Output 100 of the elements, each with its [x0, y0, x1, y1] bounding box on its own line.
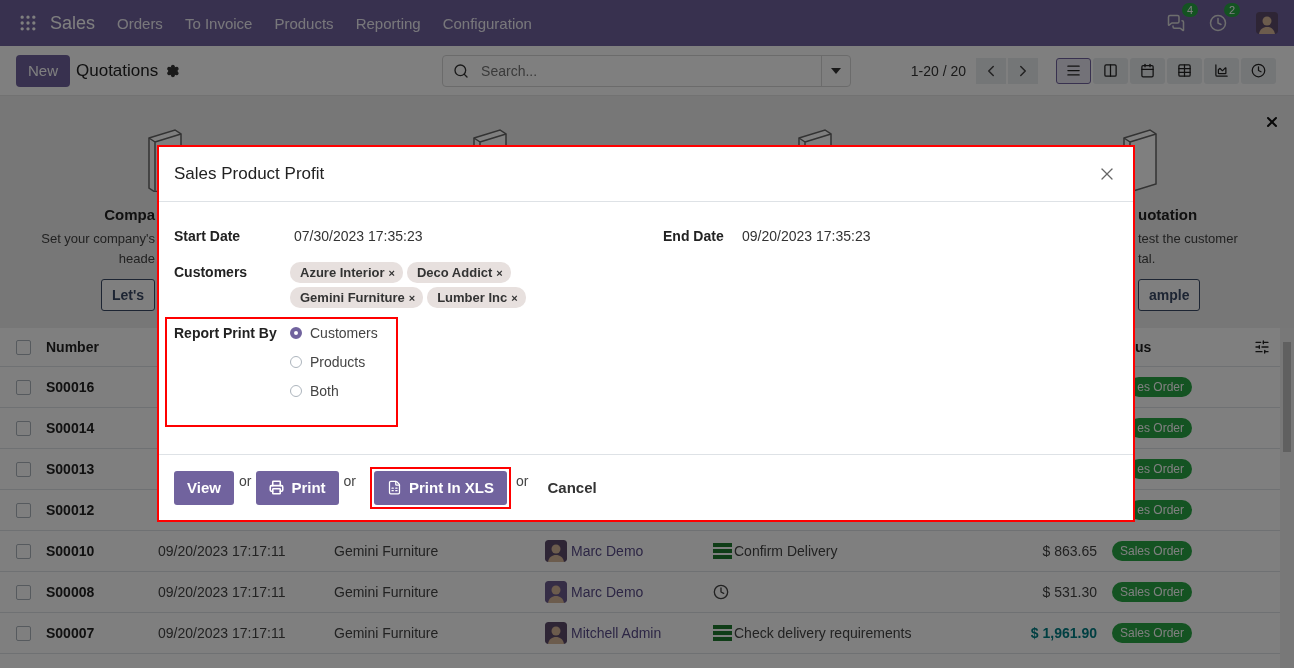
radio-option[interactable]: Customers [290, 325, 389, 341]
close-button[interactable] [1264, 114, 1280, 130]
step-title: uotation [1138, 206, 1198, 223]
date-field[interactable]: 09/20/2023 17:35:23 [742, 228, 1118, 244]
radio-option[interactable]: Products [290, 354, 389, 370]
view-switch-button[interactable] [1093, 57, 1128, 84]
customer-tag[interactable]: Deco Addict × [406, 262, 511, 283]
field-label: End Date [663, 228, 725, 244]
columns-icon [1103, 63, 1118, 78]
status-badge: Sales Order [1111, 623, 1192, 643]
search-field[interactable]: Search... [442, 54, 851, 87]
caret-icon [830, 67, 841, 74]
or-text: or [343, 473, 356, 489]
previous-button[interactable] [976, 57, 1006, 84]
field-label: Customers [174, 264, 249, 280]
step-title: Compa [104, 206, 155, 223]
step-description: heade [118, 250, 155, 268]
remove-tag-button[interactable]: × [408, 292, 416, 304]
view-switch-button[interactable] [1241, 57, 1276, 84]
clock-icon[interactable] [713, 584, 729, 600]
avatar [545, 581, 567, 603]
field-label: Report Print By [174, 325, 278, 343]
salesperson-name: Marc Demo [571, 543, 644, 559]
table-cell-text: S00014 [46, 420, 96, 436]
avatar [545, 540, 567, 562]
radio-button[interactable] [290, 385, 302, 397]
spreadsheet-file-icon [387, 480, 402, 495]
count-badge: 4 [1181, 3, 1198, 17]
checkbox[interactable] [16, 543, 31, 559]
table-cell-text: Gemini Furniture [334, 625, 440, 641]
table-cell-text: Gemini Furniture [334, 543, 440, 559]
radio-option[interactable]: Both [290, 383, 389, 399]
table-cell-text: S00007 [46, 625, 96, 641]
checkbox[interactable] [16, 379, 31, 395]
list-icon [713, 625, 732, 641]
radio-button[interactable] [290, 327, 302, 339]
field-label: Start Date [174, 228, 242, 244]
customer-tag[interactable]: Gemini Furniture × [290, 287, 424, 308]
avatar [545, 622, 567, 644]
view-switch-button[interactable] [1167, 57, 1202, 84]
apps-menu-icon[interactable] [18, 13, 38, 33]
cancel-button[interactable]: Cancel [547, 479, 597, 496]
view-switch-button[interactable] [1204, 57, 1239, 84]
table-cell-text: S00010 [46, 543, 96, 559]
checkbox[interactable] [16, 625, 31, 641]
customer-tag[interactable]: Lumber Inc × [427, 287, 526, 308]
table-cell-text: S00012 [46, 502, 96, 518]
table-cell-text: S00013 [46, 461, 96, 477]
table-cell-text: 09/20/2023 17:17:11 [158, 584, 287, 600]
column-header[interactable]: Number [46, 339, 158, 355]
page-title: Quotations [76, 60, 159, 81]
step-button[interactable]: ample [1138, 279, 1201, 311]
table-cell-text: $ 1,961.90 [1029, 625, 1097, 641]
or-text: or [238, 473, 252, 489]
table-cell-text: S00016 [46, 379, 96, 395]
checkbox[interactable] [16, 502, 31, 518]
remove-tag-button[interactable]: × [496, 267, 503, 279]
dialog-title: Sales Product Profit [174, 164, 325, 184]
table-icon [1177, 63, 1192, 78]
table-cell-text: S00008 [46, 584, 96, 600]
view-button[interactable]: View [174, 470, 234, 505]
view-switch-button[interactable] [1130, 57, 1165, 84]
or-text: or [516, 473, 529, 489]
pager-value: 1-20 / 20 [910, 62, 966, 79]
column-settings-icon[interactable] [1254, 339, 1270, 355]
table-cell-text: $ 863.65 [1041, 543, 1097, 559]
remove-tag-button[interactable]: × [388, 267, 395, 279]
step-button[interactable]: Let's [100, 279, 155, 311]
status-badge: Sales Order [1111, 582, 1192, 602]
date-field[interactable]: 07/30/2023 17:35:23 [294, 228, 663, 244]
scrollbar[interactable] [1280, 328, 1294, 668]
checkbox[interactable] [16, 420, 31, 436]
search-icon [453, 62, 470, 79]
list-icon [713, 543, 732, 559]
customer-tag[interactable]: Azure Interior × [290, 262, 403, 283]
radio-button[interactable] [290, 356, 302, 368]
salesperson-name: Marc Demo [571, 584, 644, 600]
settings-icon[interactable] [166, 63, 181, 78]
search-input[interactable]: Search... [479, 61, 821, 80]
print-button[interactable]: Print [256, 470, 339, 505]
step-description: test the customer [1138, 230, 1238, 248]
table-cell-text: 09/20/2023 17:17:11 [158, 625, 287, 641]
remove-tag-button[interactable]: × [511, 292, 518, 304]
checkbox[interactable] [16, 584, 31, 600]
next-button[interactable] [1008, 57, 1038, 84]
table-cell-text: Gemini Furniture [334, 584, 440, 600]
list-icon [1066, 63, 1081, 78]
activity-text: Check delivery requirements [734, 625, 912, 641]
checkbox[interactable] [16, 339, 31, 355]
checkbox[interactable] [16, 461, 31, 477]
print-xls-button[interactable]: Print In XLS [374, 470, 507, 505]
activity-text: Confirm Delivery [734, 543, 838, 559]
area-chart-icon [1214, 63, 1229, 78]
view-switch-button[interactable] [1056, 57, 1091, 84]
table-cell-text: $ 531.30 [1041, 584, 1097, 600]
status-badge: Sales Order [1111, 541, 1192, 561]
calendar-icon [1140, 63, 1155, 78]
table-cell-text: 09/20/2023 17:17:11 [158, 543, 287, 559]
count-badge: 2 [1223, 3, 1240, 17]
step-description: Set your company's [41, 230, 155, 248]
